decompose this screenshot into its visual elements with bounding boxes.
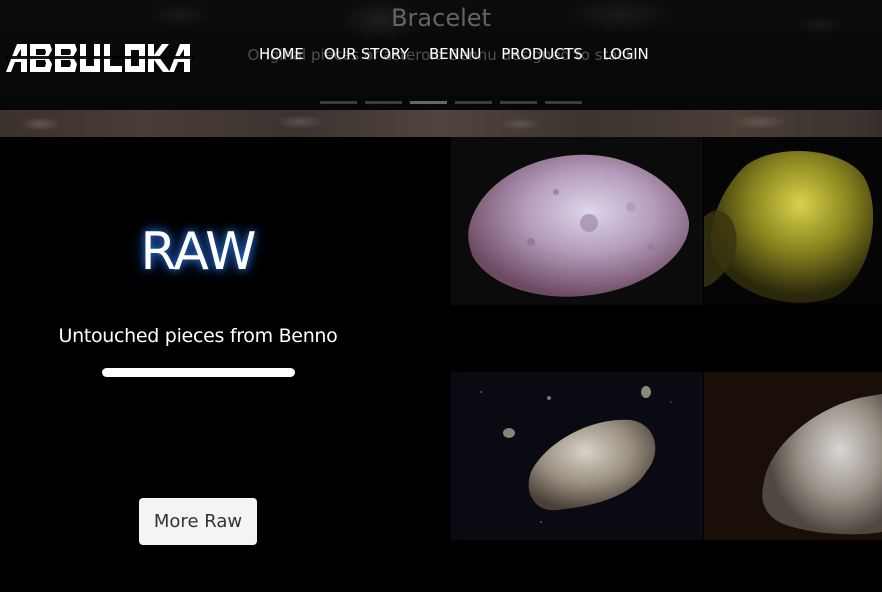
slide-indicators (320, 101, 582, 104)
slide-dot-6[interactable] (545, 101, 582, 104)
main-nav: HOME OUR STORY BENNU PRODUCTS LOGIN (259, 45, 669, 63)
hero-rock-strip (0, 110, 882, 137)
slide-dot-4[interactable] (455, 101, 492, 104)
raw-subheading: Untouched pieces from Benno (58, 325, 338, 347)
asteroid-pink-image[interactable] (451, 137, 703, 305)
nav-login[interactable]: LOGIN (603, 45, 649, 63)
nav-bennu[interactable]: BENNU (429, 45, 481, 63)
asteroid-space-image[interactable] (451, 372, 703, 540)
slide-title: Bracelet (391, 4, 491, 32)
slide-dot-5[interactable] (500, 101, 537, 104)
slide-dot-2[interactable] (365, 101, 402, 104)
nav-our-story[interactable]: OUR STORY (324, 45, 409, 63)
nav-home[interactable]: HOME (259, 45, 304, 63)
hero-banner: Bracelet Original pieces of asteroid Ben… (0, 0, 882, 137)
raw-heading: RAW (140, 222, 256, 282)
more-raw-button[interactable]: More Raw (139, 498, 257, 545)
asteroid-yellow-image[interactable] (704, 137, 882, 305)
asteroid-closeup-image[interactable] (704, 372, 882, 540)
brand-logo[interactable] (6, 42, 194, 74)
raw-divider-bar (102, 368, 295, 377)
slide-dot-3[interactable] (410, 101, 447, 104)
nav-products[interactable]: PRODUCTS (501, 45, 583, 63)
slide-dot-1[interactable] (320, 101, 357, 104)
